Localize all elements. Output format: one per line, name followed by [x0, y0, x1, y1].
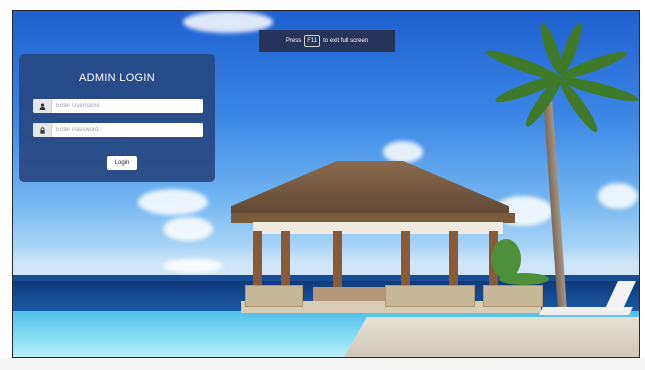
fullscreen-viewport: Press F11 to exit full screen ADMIN LOGI… [12, 10, 640, 358]
user-icon [33, 99, 52, 113]
admin-login-panel: ADMIN LOGIN Login [19, 54, 215, 182]
username-input[interactable] [52, 99, 203, 113]
fullscreen-notice-prefix: Press [285, 38, 302, 44]
fullscreen-notice-suffix: to exit full screen [323, 38, 369, 44]
lock-icon [33, 123, 52, 137]
login-button[interactable]: Login [107, 156, 137, 170]
f11-key-badge: F11 [304, 35, 321, 47]
login-title: ADMIN LOGIN [78, 72, 156, 84]
password-field[interactable] [33, 123, 203, 137]
username-field[interactable] [33, 99, 203, 113]
fullscreen-notice: Press F11 to exit full screen [259, 30, 395, 52]
password-input[interactable] [52, 123, 203, 137]
page-bottom-strip [0, 358, 645, 370]
